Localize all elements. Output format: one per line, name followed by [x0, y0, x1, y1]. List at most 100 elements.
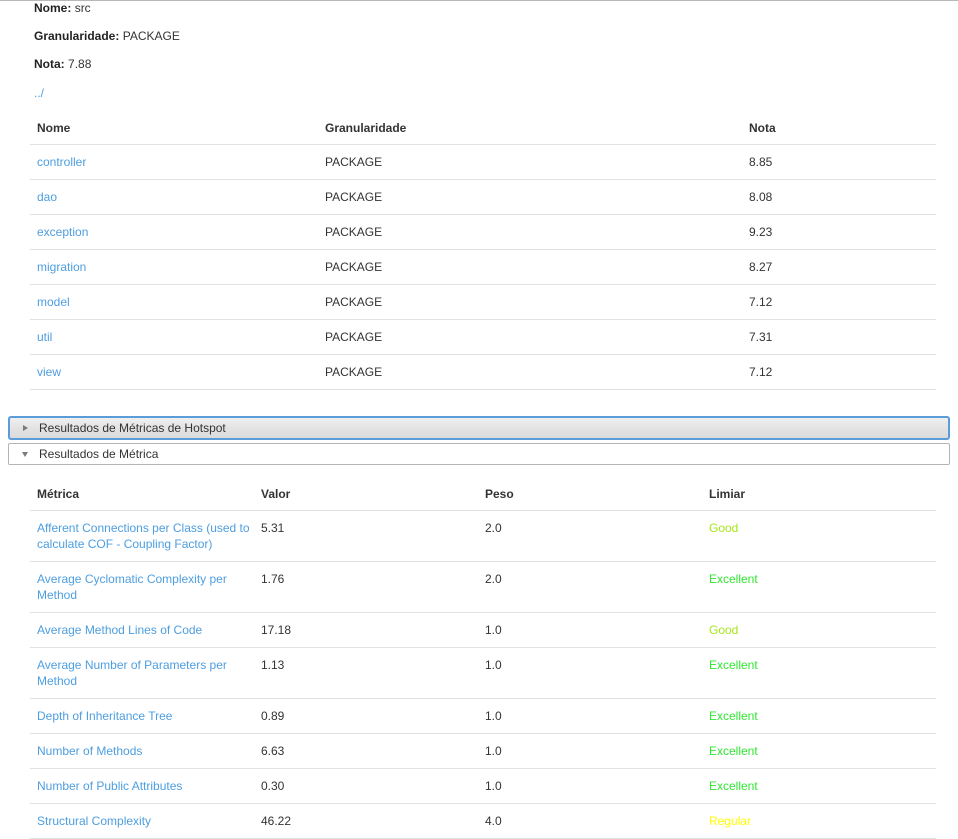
- metrics-cell-limiar: Excellent: [702, 561, 936, 613]
- metric-link[interactable]: Depth of Inheritance Tree: [37, 709, 172, 723]
- file-link[interactable]: model: [37, 295, 70, 309]
- table-row: Number of Methods 6.63 1.0 Excellent: [30, 733, 936, 769]
- metrics-cell-peso: 2.0: [478, 510, 702, 562]
- summary-nota: Nota: 7.88: [34, 58, 958, 70]
- table-row: Afferent Connections per Class (used to …: [30, 510, 936, 562]
- metrics-table-section: Métrica Valor Peso Limiar Afferent Conne…: [30, 487, 936, 839]
- status-badge: Good: [709, 623, 739, 637]
- files-cell-nota: 9.23: [742, 214, 936, 250]
- files-cell-granularidade: PACKAGE: [318, 354, 742, 390]
- metric-link[interactable]: Structural Complexity: [37, 814, 151, 828]
- summary-nome-value: src: [74, 1, 91, 15]
- table-row: Average Cyclomatic Complexity per Method…: [30, 561, 936, 613]
- files-cell-nota: 7.12: [742, 284, 936, 320]
- metrics-cell-limiar: Regular: [702, 803, 936, 839]
- metrics-cell-valor: 0.30: [254, 768, 478, 804]
- status-badge: Regular: [709, 814, 752, 828]
- table-row: Average Number of Parameters per Method 1…: [30, 647, 936, 699]
- status-badge: Excellent: [709, 658, 758, 672]
- file-link[interactable]: migration: [37, 260, 86, 274]
- file-link[interactable]: view: [37, 365, 61, 379]
- files-col-nome: Nome: [30, 121, 318, 145]
- files-cell-granularidade: PACKAGE: [318, 144, 742, 180]
- metric-link[interactable]: Average Method Lines of Code: [37, 623, 202, 637]
- metrics-cell-peso: 4.0: [478, 803, 702, 839]
- accordion-metric-results[interactable]: Resultados de Métrica: [8, 443, 950, 465]
- triangle-right-icon: [23, 424, 28, 431]
- table-row: view PACKAGE 7.12: [30, 354, 936, 390]
- files-cell-granularidade: PACKAGE: [318, 319, 742, 355]
- files-cell-nome: migration: [30, 249, 318, 285]
- files-cell-nota: 8.85: [742, 144, 936, 180]
- metrics-cell-metrica: Number of Public Attributes: [30, 768, 254, 804]
- status-badge: Excellent: [709, 779, 758, 793]
- metrics-cell-valor: 0.89: [254, 698, 478, 734]
- metrics-cell-limiar: Excellent: [702, 768, 936, 804]
- summary-nota-value: 7.88: [68, 57, 92, 71]
- metrics-cell-valor: 1.13: [254, 647, 478, 699]
- accordion-hotspot-metrics[interactable]: Resultados de Métricas de Hotspot: [8, 416, 950, 440]
- metrics-cell-metrica: Afferent Connections per Class (used to …: [30, 510, 254, 562]
- files-table: Nome Granularidade Nota controller PACKAG…: [30, 121, 936, 390]
- table-row: util PACKAGE 7.31: [30, 319, 936, 355]
- accordion-metric-results-label: Resultados de Métrica: [39, 447, 159, 461]
- files-cell-granularidade: PACKAGE: [318, 214, 742, 250]
- metric-link[interactable]: Afferent Connections per Class (used to …: [37, 521, 250, 551]
- metrics-cell-metrica: Average Method Lines of Code: [30, 612, 254, 648]
- files-cell-granularidade: PACKAGE: [318, 249, 742, 285]
- metrics-cell-peso: 1.0: [478, 647, 702, 699]
- table-row: dao PACKAGE 8.08: [30, 179, 936, 215]
- metrics-cell-valor: 46.22: [254, 803, 478, 839]
- files-table-header-row: Nome Granularidade Nota: [30, 121, 936, 145]
- file-link[interactable]: dao: [37, 190, 57, 204]
- table-row: model PACKAGE 7.12: [30, 284, 936, 320]
- files-cell-nome: controller: [30, 144, 318, 180]
- table-row: exception PACKAGE 9.23: [30, 214, 936, 250]
- files-cell-nome: util: [30, 319, 318, 355]
- file-link[interactable]: util: [37, 330, 52, 344]
- table-row: controller PACKAGE 8.85: [30, 144, 936, 180]
- files-cell-nota: 8.08: [742, 179, 936, 215]
- metrics-cell-peso: 1.0: [478, 698, 702, 734]
- files-cell-nome: exception: [30, 214, 318, 250]
- metrics-table: Métrica Valor Peso Limiar Afferent Conne…: [30, 487, 936, 839]
- files-cell-nome: model: [30, 284, 318, 320]
- files-cell-nota: 8.27: [742, 249, 936, 285]
- metrics-table-body: Afferent Connections per Class (used to …: [30, 510, 936, 839]
- metrics-cell-metrica: Average Number of Parameters per Method: [30, 647, 254, 699]
- metrics-col-metrica: Métrica: [30, 487, 254, 511]
- metric-link[interactable]: Number of Methods: [37, 744, 142, 758]
- files-col-granularidade: Granularidade: [318, 121, 742, 145]
- parent-directory-link[interactable]: ../: [34, 87, 44, 99]
- files-cell-granularidade: PACKAGE: [318, 179, 742, 215]
- files-col-nota: Nota: [742, 121, 936, 145]
- metrics-cell-metrica: Depth of Inheritance Tree: [30, 698, 254, 734]
- metric-link[interactable]: Average Cyclomatic Complexity per Method: [37, 572, 227, 602]
- metrics-cell-valor: 6.63: [254, 733, 478, 769]
- accordion-hotspot-metrics-label: Resultados de Métricas de Hotspot: [39, 421, 226, 435]
- metrics-cell-peso: 1.0: [478, 768, 702, 804]
- metrics-cell-peso: 1.0: [478, 733, 702, 769]
- metric-link[interactable]: Average Number of Parameters per Method: [37, 658, 227, 688]
- file-link[interactable]: controller: [37, 155, 86, 169]
- metrics-cell-valor: 1.76: [254, 561, 478, 613]
- table-row: Average Method Lines of Code 17.18 1.0 Good: [30, 612, 936, 648]
- top-divider: [0, 0, 958, 1]
- metric-link[interactable]: Number of Public Attributes: [37, 779, 182, 793]
- metrics-col-peso: Peso: [478, 487, 702, 511]
- status-badge: Excellent: [709, 572, 758, 586]
- summary-nota-label: Nota:: [34, 57, 65, 71]
- file-link[interactable]: exception: [37, 225, 88, 239]
- metrics-cell-peso: 1.0: [478, 612, 702, 648]
- metrics-cell-metrica: Number of Methods: [30, 733, 254, 769]
- files-cell-nome: dao: [30, 179, 318, 215]
- files-cell-nome: view: [30, 354, 318, 390]
- metrics-cell-peso: 2.0: [478, 561, 702, 613]
- metrics-cell-limiar: Good: [702, 612, 936, 648]
- summary-nome-label: Nome:: [34, 1, 72, 15]
- metrics-cell-limiar: Excellent: [702, 733, 936, 769]
- files-table-body: controller PACKAGE 8.85 dao PACKAGE 8.08 excep…: [30, 144, 936, 390]
- metrics-cell-limiar: Good: [702, 510, 936, 562]
- metrics-cell-metrica: Structural Complexity: [30, 803, 254, 839]
- metrics-table-header-row: Métrica Valor Peso Limiar: [30, 487, 936, 511]
